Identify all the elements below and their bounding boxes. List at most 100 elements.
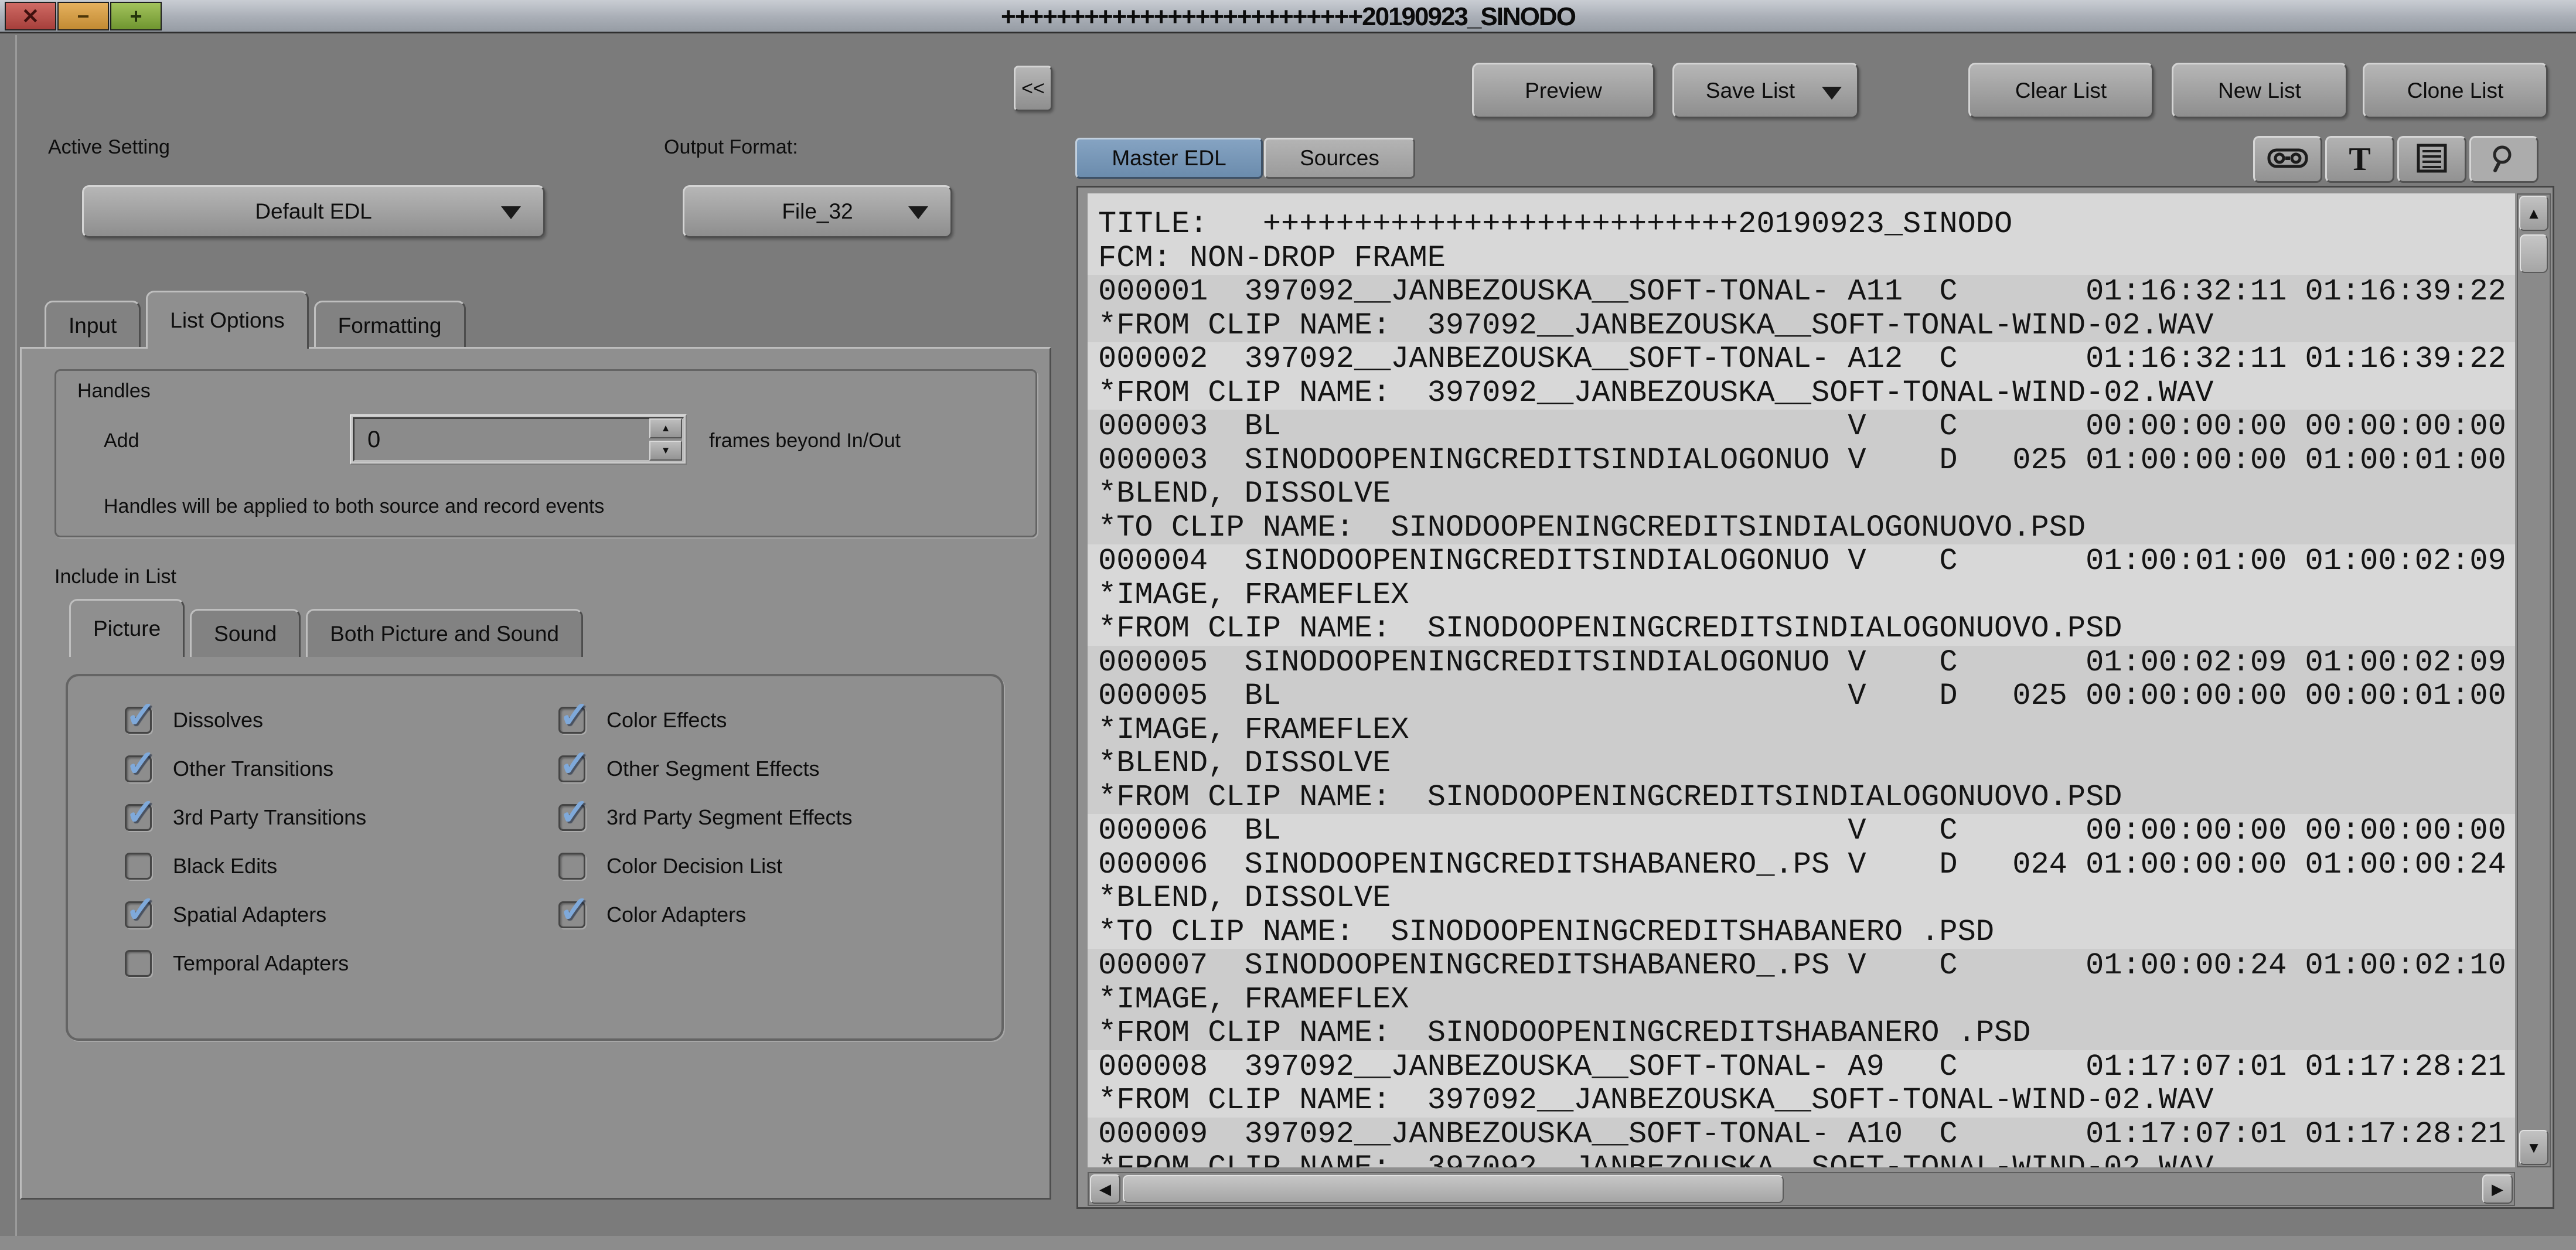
preview-button[interactable]: Preview: [1472, 63, 1655, 118]
minimize-window-icon[interactable]: −: [57, 2, 109, 30]
window-title: ++++++++++++++++++++++++++20190923_SINOD…: [176, 0, 2400, 33]
tab-master-edl[interactable]: Master EDL: [1075, 138, 1263, 179]
checkbox-label: Color Adapters: [606, 902, 746, 927]
scroll-right-icon[interactable]: ▶: [2482, 1174, 2513, 1204]
edl-line: 000005 SINODOOPENINGCREDITSINDIALOGONUO …: [1088, 646, 2515, 680]
vertical-scroll-thumb[interactable]: [2520, 234, 2548, 273]
horizontal-scrollbar[interactable]: ◀ ▶: [1088, 1172, 2515, 1206]
check-mark-icon: ✓: [125, 742, 156, 785]
unchecked-checkbox[interactable]: [125, 950, 152, 977]
list-view-button[interactable]: [2397, 136, 2466, 183]
stepper-down-icon[interactable]: ▼: [649, 441, 682, 461]
handles-add-stepper[interactable]: 0 ▲ ▼: [350, 414, 687, 465]
checkbox-label: Color Decision List: [606, 854, 782, 878]
chevron-down-icon: [501, 206, 521, 219]
checkbox-label: Other Segment Effects: [606, 757, 820, 781]
checked-checkbox[interactable]: ✓: [125, 755, 152, 782]
handles-add-input[interactable]: 0: [353, 417, 684, 462]
add-label: Add: [104, 430, 139, 452]
check-mark-icon: ✓: [559, 791, 590, 833]
clear-list-button[interactable]: Clear List: [1968, 63, 2154, 118]
check-mark-icon: ✓: [559, 742, 590, 785]
check-mark-icon: ✓: [559, 693, 590, 736]
checked-checkbox[interactable]: ✓: [125, 901, 152, 928]
edl-text-view[interactable]: TITLE: ++++++++++++++++++++++++++2019092…: [1088, 193, 2515, 1167]
save-list-button[interactable]: Save List: [1672, 63, 1859, 118]
edl-line: TITLE: ++++++++++++++++++++++++++2019092…: [1088, 207, 2515, 241]
edl-line: *BLEND, DISSOLVE: [1088, 477, 2515, 511]
edl-line: *BLEND, DISSOLVE: [1088, 881, 2515, 915]
checkbox-label: Color Effects: [606, 708, 727, 733]
edl-line: *FROM CLIP NAME: 397092__JANBEZOUSKA__SO…: [1088, 309, 2515, 343]
tab-list-options[interactable]: List Options: [146, 291, 308, 349]
edl-line: 000003 BL V C 00:00:00:00 00:00:00:00: [1088, 410, 2515, 444]
edl-line: 000004 SINODOOPENINGCREDITSINDIALOGONUO …: [1088, 544, 2515, 578]
checkbox-label: Other Transitions: [173, 757, 333, 781]
edl-toolbar: T: [2253, 136, 2538, 183]
checkbox-label: Spatial Adapters: [173, 902, 326, 927]
output-format-dropdown[interactable]: File_32: [683, 185, 952, 238]
stepper-up-icon[interactable]: ▲: [649, 418, 682, 438]
text-tool-button[interactable]: T: [2325, 136, 2394, 183]
active-setting-label: Active Setting: [48, 136, 170, 159]
tab-sound[interactable]: Sound: [190, 609, 301, 657]
option-3rd-party-segment-effects: ✓ 3rd Party Segment Effects: [558, 804, 963, 831]
checked-checkbox[interactable]: ✓: [125, 707, 152, 734]
checked-checkbox[interactable]: ✓: [558, 707, 585, 734]
window-frame-bottom: [0, 1236, 2576, 1250]
option-color-adapters: ✓ Color Adapters: [558, 901, 963, 928]
check-mark-icon: ✓: [125, 693, 156, 736]
tab-picture[interactable]: Picture: [69, 599, 185, 657]
save-list-dropdown-icon[interactable]: [1822, 87, 1842, 100]
check-mark-icon: ✓: [125, 791, 156, 833]
edl-line: 000007 SINODOOPENINGCREDITSHABANERO_.PS …: [1088, 949, 2515, 983]
edl-line: *IMAGE, FRAMEFLEX: [1088, 578, 2515, 612]
option-temporal-adapters: Temporal Adapters: [125, 950, 558, 977]
include-options-grid: ✓ Dissolves ✓ Color Effects ✓ Other Transitio…: [125, 707, 963, 977]
tab-sources[interactable]: Sources: [1264, 138, 1415, 179]
edl-line: *TO CLIP NAME: SINODOOPENINGCREDITSHABAN…: [1088, 915, 2515, 949]
option-other-transitions: ✓ Other Transitions: [125, 755, 558, 782]
checked-checkbox[interactable]: ✓: [558, 901, 585, 928]
scroll-down-icon[interactable]: ▼: [2519, 1130, 2548, 1165]
search-button[interactable]: [2469, 136, 2538, 183]
close-window-icon[interactable]: ✕: [5, 2, 56, 30]
unchecked-checkbox[interactable]: [125, 853, 152, 880]
titlebar[interactable]: ✕ − + ++++++++++++++++++++++++++20190923…: [0, 0, 2576, 33]
unchecked-checkbox[interactable]: [558, 853, 585, 880]
checked-checkbox[interactable]: ✓: [558, 804, 585, 831]
output-format-value: File_32: [782, 199, 853, 224]
handles-title: Handles: [77, 380, 151, 403]
edl-line: *FROM CLIP NAME: SINODOOPENINGCREDITSHAB…: [1088, 1016, 2515, 1050]
collapse-panel-button[interactable]: <<: [1014, 66, 1052, 111]
checkbox-label: 3rd Party Segment Effects: [606, 805, 853, 830]
edl-line: *FROM CLIP NAME: 397092__JANBEZOUSKA__SO…: [1088, 376, 2515, 410]
check-mark-icon: ✓: [125, 888, 156, 931]
text-tool-icon: T: [2349, 143, 2370, 176]
edl-line: *FROM CLIP NAME: SINODOOPENINGCREDITSIND…: [1088, 612, 2515, 646]
tape-button[interactable]: [2253, 136, 2322, 183]
search-icon: [2488, 142, 2520, 177]
edl-line: FCM: NON-DROP FRAME: [1088, 241, 2515, 275]
new-list-button[interactable]: New List: [2172, 63, 2347, 118]
edl-line: *FROM CLIP NAME: SINODOOPENINGCREDITSIND…: [1088, 781, 2515, 815]
scroll-left-icon[interactable]: ◀: [1090, 1174, 1120, 1204]
clone-list-button[interactable]: Clone List: [2363, 63, 2548, 118]
tab-formatting[interactable]: Formatting: [314, 301, 466, 349]
active-setting-dropdown[interactable]: Default EDL: [82, 185, 545, 238]
vertical-scrollbar[interactable]: ▲ ▼: [2517, 193, 2551, 1167]
zoom-window-icon[interactable]: +: [110, 2, 162, 30]
edl-line: *BLEND, DISSOLVE: [1088, 747, 2515, 781]
checkbox-label: Dissolves: [173, 708, 263, 733]
horizontal-scroll-thumb[interactable]: [1123, 1175, 1784, 1203]
tab-both-picture-and-sound[interactable]: Both Picture and Sound: [306, 609, 583, 657]
output-format-label: Output Format:: [664, 136, 798, 159]
edl-line: *IMAGE, FRAMEFLEX: [1088, 983, 2515, 1017]
main-tab-bar: InputList OptionsFormatting: [45, 291, 471, 349]
checked-checkbox[interactable]: ✓: [558, 755, 585, 782]
edl-line: 000002 397092__JANBEZOUSKA__SOFT-TONAL- …: [1088, 342, 2515, 376]
scroll-up-icon[interactable]: ▲: [2519, 196, 2548, 231]
checked-checkbox[interactable]: ✓: [125, 804, 152, 831]
tab-input[interactable]: Input: [45, 301, 141, 349]
tape-icon: [2267, 146, 2309, 173]
